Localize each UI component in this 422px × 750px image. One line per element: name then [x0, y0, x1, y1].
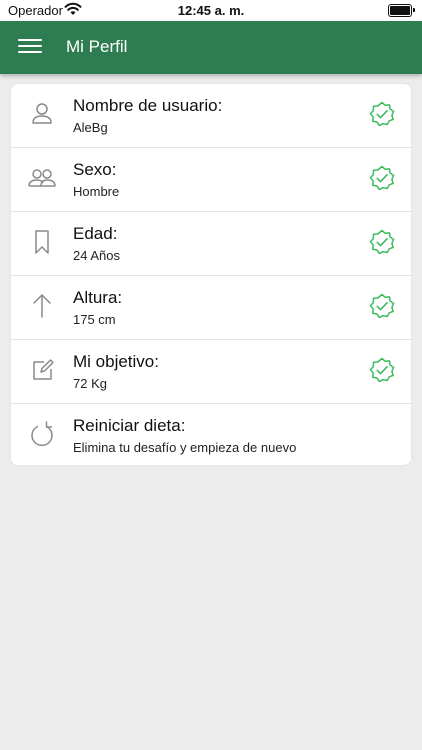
app-bar: Mi Perfil: [0, 21, 422, 74]
menu-button[interactable]: [18, 39, 42, 57]
row-title: Mi objetivo:: [73, 352, 159, 371]
verified-check-icon: [369, 229, 395, 255]
row-title: Reiniciar dieta:: [73, 416, 186, 435]
edit-icon: [33, 359, 54, 380]
profile-row-goal[interactable]: Mi objetivo: 72 Kg: [11, 340, 411, 404]
page-title: Mi Perfil: [66, 37, 128, 56]
row-title: Edad:: [73, 224, 118, 243]
arrow-up-icon: [33, 294, 51, 318]
status-bar: Operador 12:45 a. m.: [0, 0, 422, 21]
profile-row-username[interactable]: Nombre de usuario: AleBg: [11, 84, 411, 148]
verified-check-icon: [369, 357, 395, 383]
users-icon: [28, 169, 56, 187]
profile-row-age[interactable]: Edad: 24 Años: [11, 212, 411, 276]
row-value: AleBg: [73, 120, 108, 135]
row-value: Elimina tu desafío y empieza de nuevo: [73, 440, 297, 455]
verified-check-icon: [369, 293, 395, 319]
row-title: Sexo:: [73, 160, 117, 179]
row-value: Hombre: [73, 184, 120, 199]
row-value: 175 cm: [73, 312, 116, 327]
menu-icon: [18, 39, 42, 41]
row-value: 24 Años: [73, 248, 120, 263]
user-icon: [32, 103, 52, 124]
profile-row-sex[interactable]: Sexo: Hombre: [11, 148, 411, 212]
row-title: Nombre de usuario:: [73, 96, 223, 115]
bookmark-icon: [35, 230, 49, 254]
profile-row-reset-diet[interactable]: Reiniciar dieta: Elimina tu desafío y em…: [11, 404, 411, 465]
status-time: 12:45 a. m.: [177, 3, 245, 18]
row-value: 72 Kg: [73, 376, 107, 391]
profile-card: Nombre de usuario: AleBg Sexo: Hombre Ed…: [11, 84, 411, 465]
battery-icon: [388, 4, 415, 17]
refresh-icon: [31, 421, 53, 447]
row-title: Altura:: [73, 288, 123, 307]
profile-row-height[interactable]: Altura: 175 cm: [11, 276, 411, 340]
verified-check-icon: [369, 101, 395, 127]
verified-check-icon: [369, 165, 395, 191]
